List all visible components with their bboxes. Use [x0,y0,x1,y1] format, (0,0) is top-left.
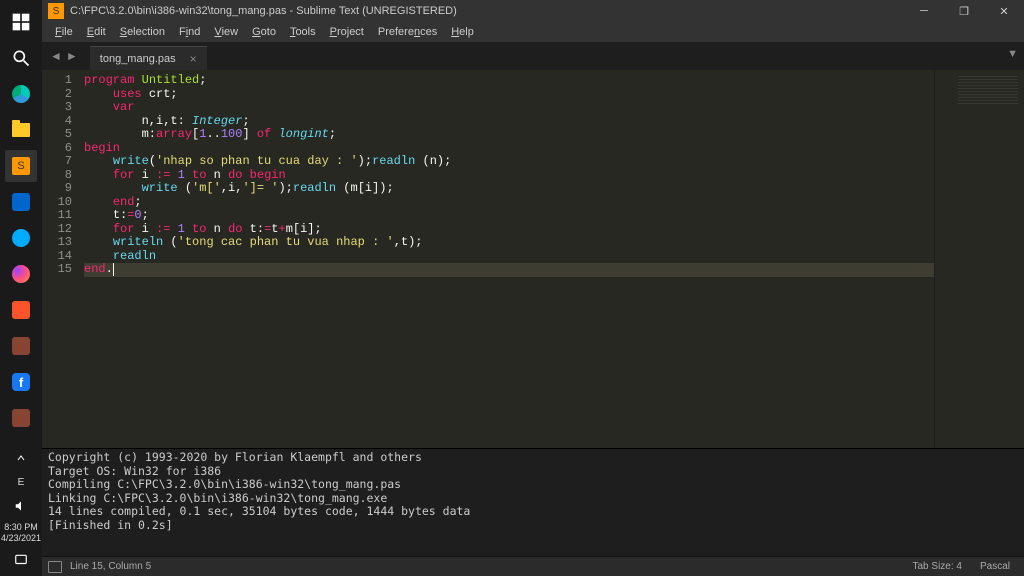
app-icon-4[interactable] [5,402,37,434]
menu-view[interactable]: View [207,26,245,38]
app-icon: S [48,3,64,19]
windows-taskbar: S f E 8:30 PM 4/23/2021 [0,0,42,576]
status-position[interactable]: Line 15, Column 5 [70,561,151,572]
menu-edit[interactable]: Edit [80,26,113,38]
window-title: C:\FPC\3.2.0\bin\i386-win32\tong_mang.pa… [70,5,904,17]
menu-goto[interactable]: Goto [245,26,283,38]
titlebar[interactable]: S C:\FPC\3.2.0\bin\i386-win32\tong_mang.… [42,0,1024,22]
close-button[interactable]: ✕ [984,0,1024,22]
maximize-button[interactable]: ❐ [944,0,984,22]
menubar: File Edit Selection Find View Goto Tools… [42,22,1024,42]
status-tab-size[interactable]: Tab Size: 4 [913,561,962,572]
notifications-icon[interactable] [9,550,33,570]
brave-browser-icon[interactable] [5,294,37,326]
build-output-panel[interactable]: Copyright (c) 1993-2020 by Florian Klaem… [42,448,1024,556]
menu-find[interactable]: Find [172,26,207,38]
menu-selection[interactable]: Selection [113,26,172,38]
panel-switcher-icon[interactable] [48,561,62,573]
tabbar: ◄ ► tong_mang.pas × ▼ [42,42,1024,70]
volume-icon[interactable] [9,496,33,516]
editor[interactable]: 123456789101112131415 program Untitled; … [42,70,1024,448]
menu-preferences[interactable]: Preferences [371,26,444,38]
clock-date: 4/23/2021 [1,533,41,544]
console-line: [Finished in 0.2s] [48,519,1018,533]
edge-browser-icon[interactable] [5,78,37,110]
menu-project[interactable]: Project [323,26,371,38]
menu-tools[interactable]: Tools [283,26,323,38]
tab-close-icon[interactable]: × [190,52,197,66]
console-line: 14 lines compiled, 0.1 sec, 35104 bytes … [48,505,1018,519]
show-hidden-icons[interactable] [9,448,33,468]
minimap-preview [958,76,1018,106]
sublime-window: S C:\FPC\3.2.0\bin\i386-win32\tong_mang.… [42,0,1024,576]
taskbar-clock[interactable]: 8:30 PM 4/23/2021 [1,522,41,544]
tab-history-back-icon[interactable]: ◄ [50,49,62,63]
clock-time: 8:30 PM [1,522,41,533]
file-explorer-icon[interactable] [5,114,37,146]
menu-file[interactable]: File [48,26,80,38]
sublime-text-icon[interactable]: S [5,150,37,182]
start-button[interactable] [5,6,37,38]
minimap[interactable] [934,70,1024,448]
minimize-button[interactable]: ─ [904,0,944,22]
app-icon-3[interactable] [5,330,37,362]
tab-label: tong_mang.pas [100,53,176,65]
code-area[interactable]: program Untitled; uses crt; var n,i,t: I… [80,70,934,448]
app-icon-1[interactable] [5,186,37,218]
tab-tong-mang[interactable]: tong_mang.pas × [90,46,207,70]
search-icon[interactable] [5,42,37,74]
console-line: Copyright (c) 1993-2020 by Florian Klaem… [48,451,1018,465]
messenger-icon[interactable] [5,258,37,290]
tab-history-forward-icon[interactable]: ► [66,49,78,63]
language-indicator[interactable]: E [9,472,33,492]
console-line: Target OS: Win32 for i386 [48,465,1018,479]
menu-help[interactable]: Help [444,26,481,38]
gutter: 123456789101112131415 [42,70,80,448]
statusbar: Line 15, Column 5 Tab Size: 4 Pascal [42,556,1024,576]
app-icon-2[interactable] [5,222,37,254]
facebook-icon[interactable]: f [5,366,37,398]
tab-overflow-icon[interactable]: ▼ [1007,48,1018,60]
text-cursor [113,263,114,276]
console-line: Compiling C:\FPC\3.2.0\bin\i386-win32\to… [48,478,1018,492]
console-line: Linking C:\FPC\3.2.0\bin\i386-win32\tong… [48,492,1018,506]
status-syntax[interactable]: Pascal [980,561,1010,572]
